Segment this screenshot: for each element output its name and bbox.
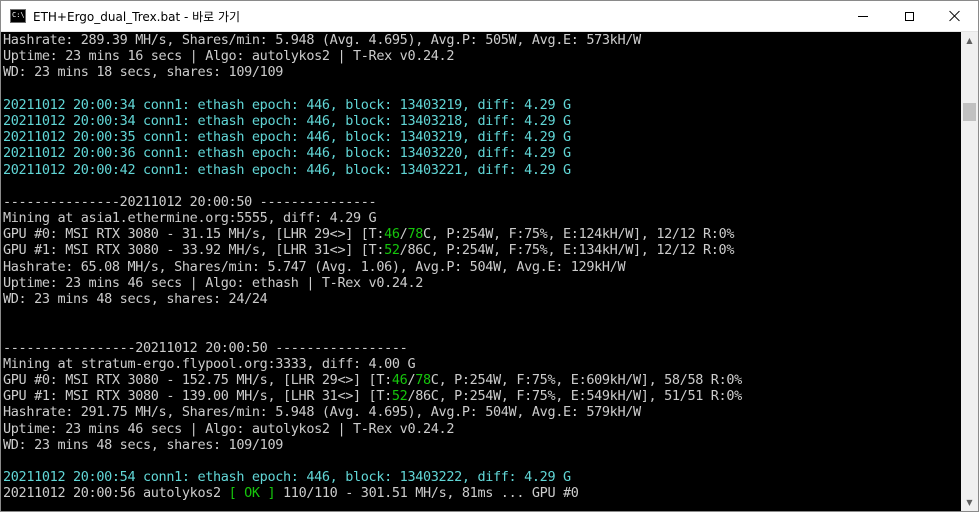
- console-text-segment: C, P:254W, F:75%, E:124kH/W], 12/12 R:0%: [423, 226, 735, 243]
- console-line: Uptime: 23 mins 46 secs | Algo: autolyko…: [1, 421, 961, 437]
- console-text-segment: GPU #1: MSI RTX 3080 - 33.92 MH/s, [LHR …: [3, 242, 385, 259]
- console-line: Hashrate: 289.39 MH/s, Shares/min: 5.948…: [1, 32, 961, 48]
- console-line: Uptime: 23 mins 16 secs | Algo: autolyko…: [1, 48, 961, 64]
- console-text-segment: Hashrate: 65.08 MH/s, Shares/min: 5.747 …: [3, 258, 626, 275]
- maximize-icon: [904, 11, 914, 21]
- console-text-segment: Hashrate: 289.39 MH/s, Shares/min: 5.948…: [3, 32, 641, 48]
- console-text-segment: Uptime: 23 mins 16 secs | Algo: autolyko…: [3, 48, 455, 65]
- console-line: WD: 23 mins 18 secs, shares: 109/109: [1, 64, 961, 80]
- minimize-button[interactable]: [840, 1, 886, 31]
- console-text-segment: C, P:254W, F:75%, E:609kH/W], 58/58 R:0%: [430, 371, 742, 388]
- console-line: GPU #1: MSI RTX 3080 - 33.92 MH/s, [LHR …: [1, 242, 961, 258]
- vertical-scrollbar[interactable]: ▲ ▼: [961, 32, 978, 511]
- console-line: GPU #1: MSI RTX 3080 - 139.00 MH/s, [LHR…: [1, 388, 961, 404]
- console-text-segment: 46: [384, 226, 400, 243]
- console-text-segment: WD: 23 mins 48 secs, shares: 24/24: [3, 291, 268, 307]
- console-text-segment: Mining at stratum-ergo.flypool.org:3333,…: [3, 355, 416, 372]
- console-line: 20211012 20:00:35 conn1: ethash epoch: 4…: [1, 129, 961, 145]
- scroll-thumb[interactable]: [963, 103, 976, 121]
- scroll-down-icon[interactable]: ▼: [961, 494, 978, 511]
- maximize-button[interactable]: [886, 1, 932, 31]
- console-line: 20211012 20:00:42 conn1: ethash epoch: 4…: [1, 162, 961, 178]
- console-text-segment: Uptime: 23 mins 46 secs | Algo: ethash |…: [3, 274, 423, 291]
- close-icon: [949, 10, 961, 22]
- console-text-segment: -----------------20211012 20:00:50 -----…: [3, 339, 408, 356]
- close-button[interactable]: [932, 1, 978, 31]
- console-text-segment: 20211012 20:00:34 conn1: ethash epoch: 4…: [3, 96, 571, 113]
- console-line: Hashrate: 291.75 MH/s, Shares/min: 5.948…: [1, 404, 961, 420]
- console-line: 20211012 20:00:54 conn1: ethash epoch: 4…: [1, 469, 961, 485]
- console-text-segment: 52: [391, 388, 408, 405]
- console-line: 20211012 20:00:34 conn1: ethash epoch: 4…: [1, 97, 961, 113]
- console-output[interactable]: Hashrate: 289.39 MH/s, Shares/min: 5.948…: [1, 32, 961, 511]
- console-line: -----------------20211012 20:00:50 -----…: [1, 340, 961, 356]
- console-line: WD: 23 mins 48 secs, shares: 109/109: [1, 437, 961, 453]
- console-line: 20211012 20:00:36 conn1: ethash epoch: 4…: [1, 145, 961, 161]
- scroll-up-icon[interactable]: ▲: [961, 32, 978, 49]
- console-text-segment: 20211012 20:00:35 conn1: ethash epoch: 4…: [3, 129, 571, 146]
- console-line: WD: 23 mins 48 secs, shares: 24/24: [1, 291, 961, 307]
- console-line: 20211012 20:00:34 conn1: ethash epoch: 4…: [1, 113, 961, 129]
- console-text-segment: WD: 23 mins 18 secs, shares: 109/109: [3, 64, 283, 81]
- console-text-segment: /86C, P:254W, F:75%, E:549kH/W], 51/51 R…: [407, 388, 742, 405]
- console-text-segment: 20211012 20:00:42 conn1: ethash epoch: 4…: [3, 161, 571, 178]
- console-text-segment: 20211012 20:00:34 conn1: ethash epoch: 4…: [3, 112, 571, 129]
- console-line: ---------------20211012 20:00:50 -------…: [1, 194, 961, 210]
- console-text-segment: 52: [384, 242, 400, 259]
- console-line: GPU #0: MSI RTX 3080 - 31.15 MH/s, [LHR …: [1, 226, 961, 242]
- console-text-segment: ---------------20211012 20:00:50 -------…: [3, 193, 377, 210]
- console-text-segment: [ OK ]: [228, 485, 276, 502]
- console-line: Hashrate: 65.08 MH/s, Shares/min: 5.747 …: [1, 259, 961, 275]
- console-line: Mining at stratum-ergo.flypool.org:3333,…: [1, 356, 961, 372]
- console-text-segment: GPU #1: MSI RTX 3080 - 139.00 MH/s, [LHR…: [3, 388, 392, 405]
- console-line: Uptime: 23 mins 46 secs | Algo: ethash |…: [1, 275, 961, 291]
- console-icon: C:\.: [10, 9, 26, 23]
- minimize-icon: [858, 15, 868, 17]
- console-text-segment: 110/110 - 301.51 MH/s, 81ms ... GPU #0: [275, 485, 579, 502]
- console-text-segment: 78: [415, 371, 431, 388]
- console-text-segment: 46: [391, 371, 408, 388]
- title-bar[interactable]: C:\. ETH+Ergo_dual_Trex.bat - 바로 가기: [1, 1, 978, 32]
- console-text-segment: WD: 23 mins 48 secs, shares: 109/109: [3, 436, 283, 453]
- console-text-segment: 20211012 20:00:56 autolykos2: [3, 485, 229, 502]
- console-text-segment: /86C, P:254W, F:75%, E:134kH/W], 12/12 R…: [399, 242, 735, 259]
- console-text-segment: GPU #0: MSI RTX 3080 - 31.15 MH/s, [LHR …: [3, 226, 385, 243]
- console-line: GPU #0: MSI RTX 3080 - 152.75 MH/s, [LHR…: [1, 372, 961, 388]
- console-text-segment: 20211012 20:00:36 conn1: ethash epoch: 4…: [3, 145, 571, 162]
- console-text-segment: Hashrate: 291.75 MH/s, Shares/min: 5.948…: [3, 404, 641, 421]
- console-text-segment: Mining at asia1.ethermine.org:5555, diff…: [3, 210, 377, 227]
- console-line: Mining at asia1.ethermine.org:5555, diff…: [1, 210, 961, 226]
- window-title: ETH+Ergo_dual_Trex.bat - 바로 가기: [33, 10, 241, 24]
- console-text-segment: 20211012 20:00:54 conn1: ethash epoch: 4…: [3, 469, 571, 486]
- console-window: C:\. ETH+Ergo_dual_Trex.bat - 바로 가기 Hash…: [0, 0, 979, 512]
- console-text-segment: Uptime: 23 mins 46 secs | Algo: autolyko…: [3, 420, 455, 437]
- console-text-segment: GPU #0: MSI RTX 3080 - 152.75 MH/s, [LHR…: [3, 371, 392, 388]
- console-text-segment: 78: [407, 226, 424, 243]
- console-line: 20211012 20:00:56 autolykos2 [ OK ] 110/…: [1, 485, 961, 501]
